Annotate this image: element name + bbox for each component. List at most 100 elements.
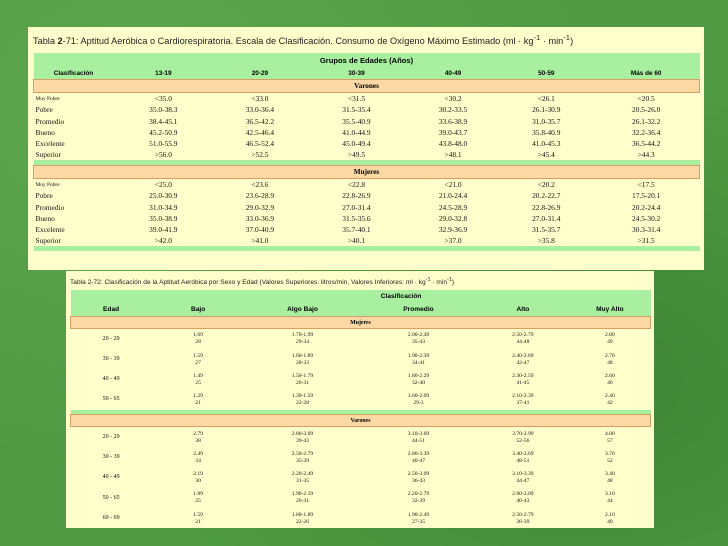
lower-value: 28 <box>195 339 201 346</box>
group-header-row: Grupos de Edades (Años) <box>33 53 700 68</box>
age-label: 50 - 65 <box>102 494 120 501</box>
table-cell: <33.0 <box>251 94 269 104</box>
table-cell: 20.5-26.0 <box>632 105 661 115</box>
table-cell: 30.2-33.5 <box>438 105 468 115</box>
table-cell: >56.0 <box>154 150 172 160</box>
age-label: 40 - 49 <box>102 376 120 383</box>
column-header-row: Clasificación 13-19 20-29 30-39 40-49 50-59 Má… <box>33 67 700 80</box>
lower-value: 40-43 <box>516 498 530 505</box>
table-cell: 2.19 30 <box>152 468 245 488</box>
table-2-72-caption: Tabla 2-72: Clasificación de la Aptitud … <box>70 277 651 286</box>
aerobic-fitness-table: Grupos de Edades (Años) Clasificación 13-1… <box>33 53 700 252</box>
upper-value: 1.90-2.19 <box>291 491 314 498</box>
upper-value: 2.79 <box>193 430 203 437</box>
section-title: Varones <box>70 414 651 428</box>
upper-value: 3.70-3.99 <box>512 430 534 437</box>
table-cell: 2.20-2.49 31-35 <box>244 468 360 488</box>
table-cell: 33.0-36.4 <box>245 105 275 115</box>
table-cell: 3.10-3.69 44-51 <box>360 427 476 448</box>
table-cell: 3.10 44 <box>569 488 650 508</box>
table-2-72-panel: Tabla 2-72: Clasificación de la Aptitud … <box>66 271 654 528</box>
table-cell: <20.5 <box>637 94 655 104</box>
table-row: 20 - 29 2.79 38 2.80-3.09 39-43 3.10-3.69 44-5… <box>71 427 651 448</box>
table-cell: 3.40-3.69 48-51 <box>476 448 569 468</box>
aerobic-classification-table: Clasificación Edad Bajo Algo Bajo Promedio Al… <box>70 290 651 529</box>
upper-value: 2.80 <box>604 332 615 339</box>
table-cell: 1.59 21 <box>152 509 245 529</box>
table-cell: 45.2-50.9 <box>149 127 178 137</box>
column-header: Alto <box>476 303 570 317</box>
lower-value: 32-39 <box>411 498 426 505</box>
table-cell: 2.50-2.79 35-39 <box>244 448 360 468</box>
table-cell: >49.5 <box>347 150 366 160</box>
table-cell: 31.5-35.6 <box>342 213 371 223</box>
lower-value: 25 <box>195 498 201 505</box>
lower-value: 28-33 <box>295 359 310 366</box>
table-cell: 3.70-3.99 52-56 <box>476 427 569 448</box>
caption-text: ) <box>570 36 574 47</box>
row-label: Muy Pobre <box>35 181 60 188</box>
table-cell: 37.0-40.9 <box>245 225 275 235</box>
table-cell: 2.50-3.09 36-43 <box>360 468 476 488</box>
upper-value: 2.80-3.39 <box>407 450 430 457</box>
table-2-71-panel: Tabla 2-71: Aptitud Aeróbica o Cardiores… <box>28 27 704 270</box>
lower-value: 46 <box>607 379 613 386</box>
table-cell: 33.0-36.9 <box>245 213 275 223</box>
table-cell: 35.0-38.3 <box>149 105 178 115</box>
lower-value: 21 <box>195 518 201 525</box>
upper-value: 2.20-2.49 <box>291 471 314 478</box>
table-cell: >48.1 <box>444 150 462 160</box>
table-cell: 1.59 27 <box>152 349 245 369</box>
table-row: 50 - 65 1.29 21 1.30-1.59 22-28 1.60-2.09 29-3… <box>71 390 651 410</box>
age-label: 20 - 29 <box>102 433 120 440</box>
table-cell: 26.1-30.9 <box>532 105 561 115</box>
table-cell: 2.20-2.79 32-39 <box>360 488 476 508</box>
lower-value: 49 <box>607 339 613 346</box>
lower-value: 35-39 <box>295 457 310 464</box>
table-cell: 27.0-31.4 <box>532 213 561 223</box>
lower-value: 35-43 <box>411 339 426 346</box>
section-header-row: Mujeres <box>33 165 700 180</box>
table-cell: 2.30-2.59 41-45 <box>476 370 569 390</box>
table-cell: <23.6 <box>251 180 269 190</box>
table-cell: 35.5-40.9 <box>342 116 371 126</box>
table-cell: 30.3-31.4 <box>632 225 661 235</box>
column-header: 20-29 <box>213 67 307 80</box>
table-cell: 20.2-24.4 <box>632 202 661 212</box>
column-header: Algo Bajo <box>244 303 361 317</box>
upper-value: 1.59 <box>193 511 203 518</box>
column-header: 40-49 <box>406 67 500 80</box>
upper-value: 2.60 <box>604 372 615 379</box>
table-cell: 31.5-35.4 <box>342 105 371 115</box>
upper-value: 2.50-3.09 <box>407 471 430 478</box>
upper-value: 2.70 <box>604 352 615 359</box>
row-label: Excelente <box>35 225 65 235</box>
table-row: 30 - 39 1.59 27 1.60-1.89 28-33 1.90-2.39 34-4… <box>71 349 651 369</box>
table-cell: <21.0 <box>444 180 462 190</box>
table-cell: 21.0-24.4 <box>438 191 468 201</box>
table-cell: 36.5-44.2 <box>632 138 661 148</box>
lower-value: 36-43 <box>411 478 426 485</box>
upper-value: 3.10 <box>604 491 615 498</box>
table-cell: 26.1-32.2 <box>632 116 661 126</box>
table-cell: 2.49 34 <box>152 448 245 468</box>
lower-value: 44 <box>607 498 613 505</box>
table-cell: >52.5 <box>251 150 269 160</box>
table-cell: <17.5 <box>637 180 655 190</box>
table-cell: 2.80 49 <box>569 329 650 350</box>
table-cell: >40.1 <box>347 236 366 246</box>
caption-text: · min <box>430 279 447 287</box>
upper-value: 2.50-2.79 <box>291 450 314 457</box>
table-row: Bueno 35.0-38.9 33.0-36.9 31.5-35.6 29.0-32.… <box>34 213 700 224</box>
group-header: Grupos de Edades (Años) <box>33 53 700 68</box>
column-header: Promedio <box>360 303 477 317</box>
caption-prefix: Tabla <box>33 36 58 47</box>
lower-value: 39-43 <box>295 437 310 444</box>
table-cell: <20.2 <box>537 180 555 190</box>
table-cell: 24.5-30.2 <box>632 213 661 223</box>
table-cell: 41.0-44.9 <box>342 127 371 137</box>
upper-value: 3.10-3.39 <box>512 471 534 478</box>
table-cell: 35.8-40.9 <box>532 127 561 137</box>
table-cell: <22.8 <box>347 180 366 190</box>
upper-value: 1.60-1.89 <box>291 352 314 359</box>
